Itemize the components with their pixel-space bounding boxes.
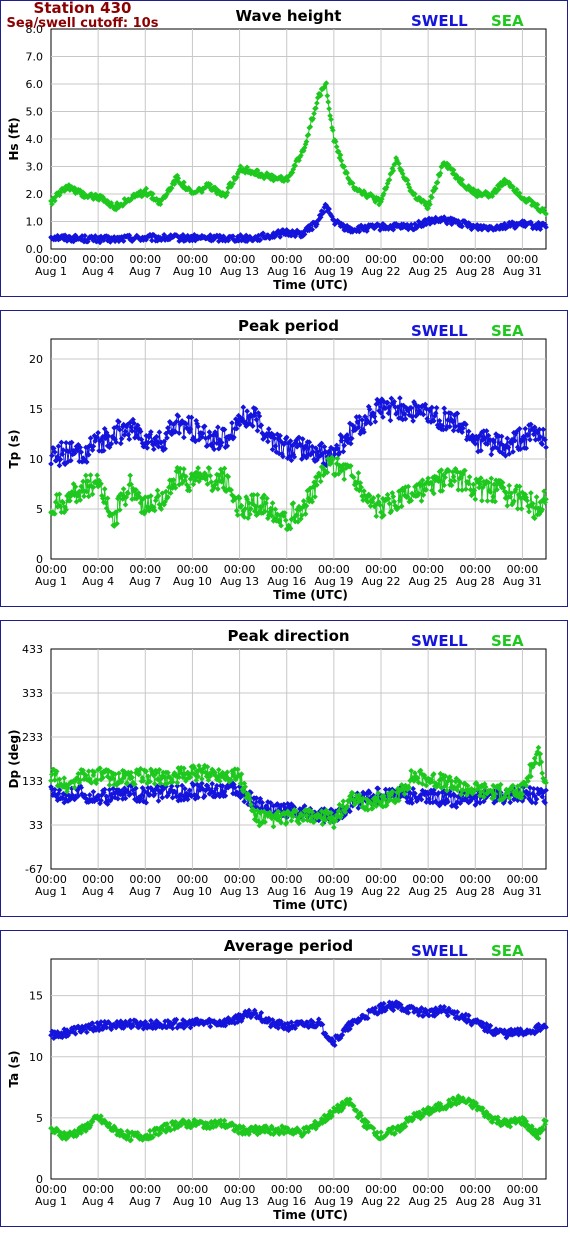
chart-title: Average period [224, 937, 353, 955]
y-axis-label: Tp (s) [7, 429, 21, 468]
x-tick-date: Aug 22 [362, 575, 401, 588]
x-tick-date: Aug 4 [82, 1195, 114, 1208]
chart-title: Peak period [238, 317, 339, 335]
y-tick-label: 15 [29, 990, 43, 1003]
x-tick-date: Aug 10 [173, 265, 212, 278]
y-tick-label: 5 [36, 1112, 43, 1125]
legend-sea: SEA [491, 12, 524, 30]
legend-swell: SWELL [411, 942, 468, 960]
legend-swell: SWELL [411, 632, 468, 650]
legend-sea: SEA [491, 322, 524, 340]
x-tick-date: Aug 31 [503, 885, 542, 898]
station-header: Station 430 Sea/swell cutoff: 10s [0, 0, 165, 31]
x-tick-date: Aug 16 [267, 1195, 306, 1208]
y-tick-label: 7.0 [26, 51, 44, 64]
y-tick-label: 10 [29, 1051, 43, 1064]
x-axis-label: Time (UTC) [273, 588, 348, 602]
y-tick-label: 5.0 [26, 106, 44, 119]
x-tick-date: Aug 13 [220, 885, 259, 898]
x-tick-date: Aug 28 [456, 575, 495, 588]
x-tick-date: Aug 13 [220, 575, 259, 588]
x-tick-date: Aug 19 [314, 265, 353, 278]
x-tick-date: Aug 25 [409, 1195, 448, 1208]
x-tick-date: Aug 22 [362, 1195, 401, 1208]
x-tick-date: Aug 19 [314, 885, 353, 898]
legend-sea: SEA [491, 942, 524, 960]
station-name: Station 430 [33, 0, 132, 17]
wave-height-panel: Wave height SWELL SEA 0.0 1.0 2.0 3.0 4.0 5.0 6.0… [0, 0, 568, 297]
x-tick-date: Aug 7 [129, 885, 161, 898]
x-tick-date: Aug 16 [267, 575, 306, 588]
x-tick-date: Aug 16 [267, 265, 306, 278]
x-tick-date: Aug 22 [362, 265, 401, 278]
chart-svg: Peak direction SWELL SEA-6733133233333433D… [7, 627, 549, 912]
x-tick-date: Aug 31 [503, 1195, 542, 1208]
chart-svg: Peak period SWELL SEA05101520Tp (s)00:00Au… [7, 317, 549, 602]
y-tick-label: 6.0 [26, 78, 44, 91]
y-tick-label: 2.0 [26, 188, 44, 201]
x-tick-date: Aug 13 [220, 265, 259, 278]
x-tick-date: Aug 19 [314, 1195, 353, 1208]
x-tick-date: Aug 1 [35, 885, 67, 898]
x-axis-label: Time (UTC) [273, 898, 348, 912]
y-tick-label: 20 [29, 353, 43, 366]
peak-direction-panel: Peak direction SWELL SEA -67 33 133 233 333 433 D… [0, 620, 568, 917]
x-tick-date: Aug 4 [82, 885, 114, 898]
x-tick-date: Aug 22 [362, 885, 401, 898]
y-tick-label: 4.0 [26, 133, 44, 146]
x-tick-date: Aug 7 [129, 1195, 161, 1208]
chart-svg: Wave height SWELL SEA0.01.02.03.04.05.06.0… [7, 7, 549, 292]
y-tick-label: 333 [22, 687, 43, 700]
x-tick-date: Aug 16 [267, 885, 306, 898]
x-tick-date: Aug 25 [409, 885, 448, 898]
x-tick-date: Aug 19 [314, 575, 353, 588]
y-tick-label: 433 [22, 643, 43, 656]
x-tick-date: Aug 28 [456, 265, 495, 278]
x-tick-date: Aug 10 [173, 1195, 212, 1208]
x-tick-date: Aug 1 [35, 575, 67, 588]
y-tick-label: 133 [22, 775, 43, 788]
plot-area [50, 958, 547, 1180]
cutoff-label: Sea/swell cutoff: 10s [6, 16, 159, 31]
x-tick-date: Aug 1 [35, 265, 67, 278]
legend-swell: SWELL [411, 322, 468, 340]
chart-svg: Average period SWELL SEA051015Ta (s)00:00A… [7, 937, 549, 1222]
x-axis-label: Time (UTC) [273, 278, 348, 292]
y-tick-label: 233 [22, 731, 43, 744]
y-tick-label: 5 [36, 503, 43, 516]
x-tick-date: Aug 10 [173, 885, 212, 898]
plot-area [50, 648, 547, 870]
y-tick-label: 3.0 [26, 161, 44, 174]
x-tick-date: Aug 1 [35, 1195, 67, 1208]
y-tick-label: 15 [29, 403, 43, 416]
y-axis-label: Hs (ft) [7, 117, 21, 160]
x-axis-label: Time (UTC) [273, 1208, 348, 1222]
y-tick-label: 10 [29, 453, 43, 466]
chart-title: Wave height [236, 7, 342, 25]
x-tick-date: Aug 25 [409, 575, 448, 588]
x-tick-date: Aug 7 [129, 265, 161, 278]
x-tick-date: Aug 28 [456, 1195, 495, 1208]
x-tick-date: Aug 31 [503, 265, 542, 278]
y-axis-label: Dp (deg) [7, 729, 21, 788]
x-tick-date: Aug 13 [220, 1195, 259, 1208]
x-tick-date: Aug 4 [82, 265, 114, 278]
y-axis-label: Ta (s) [7, 1050, 21, 1087]
chart-title: Peak direction [227, 627, 349, 645]
x-tick-date: Aug 28 [456, 885, 495, 898]
x-tick-date: Aug 4 [82, 575, 114, 588]
legend-swell: SWELL [411, 12, 468, 30]
x-tick-date: Aug 31 [503, 575, 542, 588]
y-tick-label: 33 [29, 819, 43, 832]
y-tick-label: 1.0 [26, 216, 44, 229]
legend-sea: SEA [491, 632, 524, 650]
x-tick-date: Aug 7 [129, 575, 161, 588]
plot-area [50, 338, 547, 560]
average-period-panel: Average period SWELL SEA 0 5 10 15 Ta (s) 00:00 A… [0, 930, 568, 1227]
x-tick-date: Aug 25 [409, 265, 448, 278]
x-tick-date: Aug 10 [173, 575, 212, 588]
peak-period-panel: Peak period SWELL SEA 0 5 10 15 20 Tp (s) 00:00 Au… [0, 310, 568, 607]
